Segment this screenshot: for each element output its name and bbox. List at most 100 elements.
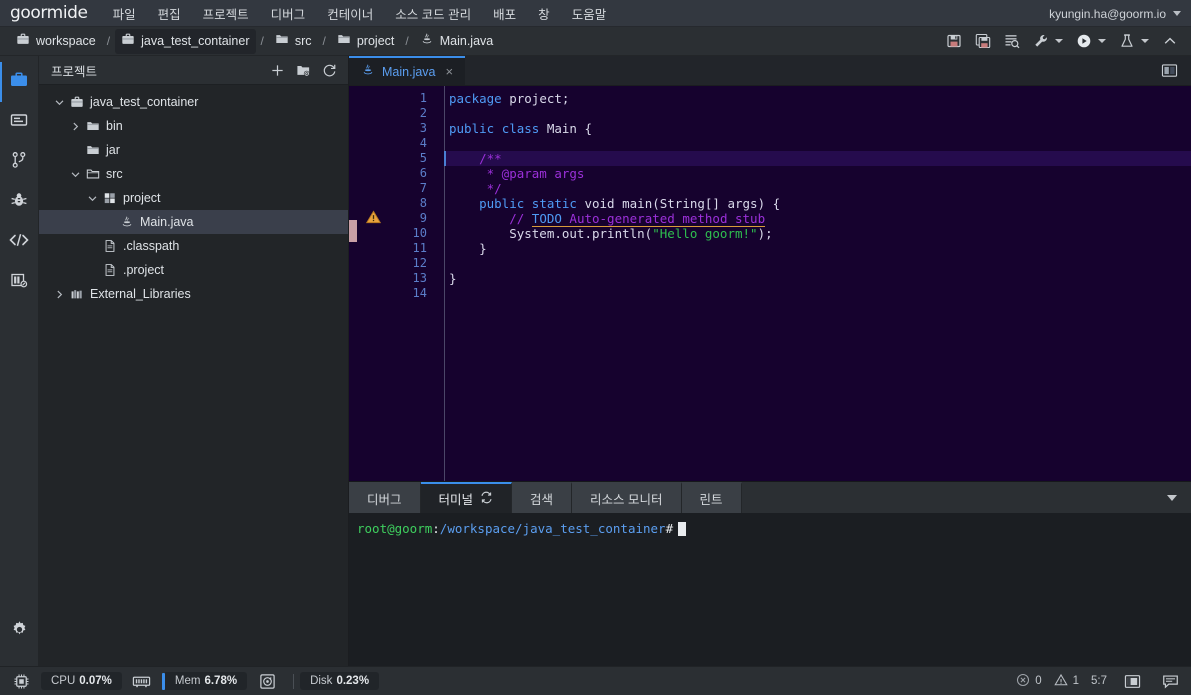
tree-node-src[interactable]: src <box>39 162 348 186</box>
code-token: static <box>531 196 577 211</box>
rail-item-code-snippet[interactable] <box>0 222 39 262</box>
tree-node-project-file[interactable]: .project <box>39 258 348 282</box>
line-number: 2 <box>419 106 427 120</box>
extensions-icon <box>9 270 29 295</box>
warning-count-item[interactable]: 1 <box>1053 673 1079 690</box>
line-number: 14 <box>412 286 427 300</box>
tree-node-bin[interactable]: bin <box>39 114 348 138</box>
refresh-icon[interactable] <box>318 59 340 81</box>
code-editor[interactable]: 1 2 3 4 5 6 7 8 9 10 11 12 13 14 package… <box>349 86 1191 481</box>
rail-item-source-control[interactable] <box>0 142 39 182</box>
menu-item-deploy[interactable]: 배포 <box>482 0 527 27</box>
memory-usage-pill[interactable]: Mem 6.78% <box>164 672 248 690</box>
chevron-right-icon[interactable] <box>51 289 67 300</box>
rail-item-project-workspace[interactable] <box>0 62 39 102</box>
code-text[interactable]: package project; public class Main { /**… <box>444 86 1191 481</box>
save-icon[interactable] <box>941 30 967 53</box>
warning-triangle-icon <box>1053 673 1068 690</box>
tree-node-jar[interactable]: jar <box>39 138 348 162</box>
goorm-logo[interactable]: goormide <box>0 3 102 23</box>
line-number: 11 <box>412 241 427 255</box>
divider <box>293 673 295 689</box>
change-marker <box>349 220 357 242</box>
account-menu[interactable]: kyungin.ha@goorm.io <box>1049 0 1181 27</box>
tree-node-label: java_test_container <box>90 94 199 109</box>
java-icon <box>117 215 137 229</box>
split-editor-icon[interactable] <box>1157 60 1181 82</box>
chevron-down-icon[interactable] <box>67 169 83 180</box>
new-folder-settings-icon[interactable] <box>292 59 314 81</box>
menu-item-source-control[interactable]: 소스 코드 관리 <box>384 0 482 27</box>
build-wrench-group[interactable] <box>1028 30 1068 53</box>
find-in-file-icon[interactable] <box>999 30 1025 53</box>
collapse-chevron-icon[interactable] <box>1157 30 1183 53</box>
menu-item-window[interactable]: 창 <box>527 0 561 27</box>
menu-item-debug[interactable]: 디버그 <box>260 0 317 27</box>
chevron-down-icon[interactable] <box>1141 39 1149 43</box>
save-all-icon[interactable] <box>970 30 996 53</box>
tree-node-project[interactable]: project <box>39 186 348 210</box>
tree-node-java-test-container[interactable]: java_test_container <box>39 90 348 114</box>
warning-triangle-icon[interactable] <box>365 210 382 229</box>
panel-tab-debug[interactable]: 디버그 <box>349 482 421 513</box>
rail-item-settings[interactable] <box>0 612 39 652</box>
code-line-6: * @param args <box>445 166 1191 181</box>
chevron-down-icon[interactable] <box>84 193 100 204</box>
feedback-comment-icon[interactable] <box>1157 670 1183 692</box>
tree-node-external-libraries[interactable]: External_Libraries <box>39 282 348 306</box>
breadcrumb-item-java-test-container[interactable]: java_test_container <box>115 28 256 54</box>
menu-item-project[interactable]: 프로젝트 <box>192 0 260 27</box>
disk-usage-group[interactable]: Disk 0.23% <box>287 672 380 690</box>
test-flask-group[interactable] <box>1114 30 1154 53</box>
disk-usage-pill[interactable]: Disk 0.23% <box>300 672 380 690</box>
chevron-down-icon[interactable] <box>1098 39 1106 43</box>
cpu-usage-pill[interactable]: CPU 0.07% <box>41 672 122 690</box>
panel-tab-resource-monitor[interactable]: 리소스 모니터 <box>572 482 682 513</box>
terminal-output[interactable]: root@goorm:/workspace/java_test_containe… <box>349 513 1191 666</box>
build-wrench-icon[interactable] <box>1028 30 1054 53</box>
memory-usage-group[interactable]: Mem 6.78% <box>161 672 248 690</box>
chevron-down-icon[interactable] <box>1167 494 1177 501</box>
terminal-reload-icon[interactable] <box>480 491 493 507</box>
breadcrumb-label: Main.java <box>439 34 494 48</box>
breadcrumb-item-workspace[interactable]: workspace <box>10 29 102 54</box>
editor-tab-main-java[interactable]: Main.java × <box>349 56 466 85</box>
tree-node-main-java[interactable]: Main.java <box>39 210 348 234</box>
menu-item-help[interactable]: 도움말 <box>561 0 618 27</box>
rail-item-outline[interactable] <box>0 102 39 142</box>
breadcrumb-item-project[interactable]: project <box>331 29 401 54</box>
cursor-position[interactable]: 5:7 <box>1091 675 1107 687</box>
breadcrumb-label: workspace <box>36 34 96 48</box>
folder-icon <box>275 32 289 51</box>
panel-tab-terminal[interactable]: 터미널 <box>420 482 513 513</box>
close-icon[interactable]: × <box>446 64 454 79</box>
line-number: 12 <box>412 256 427 270</box>
code-token: class <box>501 121 540 136</box>
menu-item-edit[interactable]: 편집 <box>147 0 192 27</box>
breadcrumb-item-main-java[interactable]: Main.java <box>414 29 500 54</box>
error-count-item[interactable]: 0 <box>1016 673 1042 690</box>
test-flask-icon[interactable] <box>1114 30 1140 53</box>
run-group[interactable] <box>1071 30 1111 53</box>
add-plus-icon[interactable] <box>266 59 288 81</box>
menu-item-file[interactable]: 파일 <box>102 0 147 27</box>
rail-item-extensions[interactable] <box>0 262 39 302</box>
menu-item-container[interactable]: 컨테이너 <box>316 0 384 27</box>
chevron-down-icon[interactable] <box>1055 39 1063 43</box>
toggle-panel-icon[interactable] <box>1119 670 1145 692</box>
folder-icon <box>83 119 103 133</box>
chevron-down-icon[interactable] <box>51 97 67 108</box>
folder-open-icon <box>83 167 103 181</box>
panel-tab-search[interactable]: 검색 <box>512 482 573 513</box>
breadcrumb-item-src[interactable]: src <box>269 29 318 54</box>
run-icon[interactable] <box>1071 30 1097 53</box>
code-token-string: "Hello goorm!" <box>652 226 758 241</box>
folder-icon <box>83 143 103 157</box>
rail-item-debug[interactable] <box>0 182 39 222</box>
chevron-right-icon[interactable] <box>67 121 83 132</box>
code-line-8: public static void main(String[] args) { <box>445 196 1191 211</box>
tree-node-classpath[interactable]: .classpath <box>39 234 348 258</box>
panel-tab-lint[interactable]: 린트 <box>681 482 742 513</box>
